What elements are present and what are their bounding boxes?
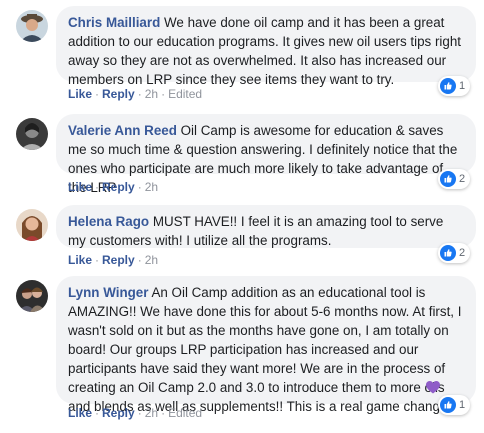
comment-actions: Like · Reply · 2h [68,180,159,194]
comment-author[interactable]: Chris Mailliard [68,15,160,30]
comment-actions: Like · Reply · 2h · Edited [68,406,203,420]
comment-author[interactable]: Lynn Winger [68,285,148,300]
purple-heart-icon [426,381,440,394]
like-link[interactable]: Like [68,180,92,194]
reaction-count: 2 [459,173,466,185]
like-icon [440,245,456,261]
comment-bubble: Valerie Ann Reed Oil Camp is awesome for… [56,114,476,195]
edited-label[interactable]: Edited [168,87,202,101]
reaction-count-badge[interactable]: 1 [438,395,471,415]
comment-time[interactable]: 2h [145,253,158,267]
reaction-count: 1 [459,399,466,411]
avatar-helena-rago[interactable] [16,209,48,241]
avatar-chris-mailliard[interactable] [16,10,48,42]
comment-author[interactable]: Valerie Ann Reed [68,123,177,138]
reaction-count-badge[interactable]: 2 [438,243,471,263]
reaction-count-badge[interactable]: 1 [438,76,471,96]
like-link[interactable]: Like [68,253,92,267]
comment-bubble: Lynn Winger An Oil Camp addition as an e… [56,276,476,414]
reaction-count: 2 [459,247,466,259]
reaction-count: 1 [459,80,466,92]
reply-link[interactable]: Reply [102,87,135,101]
comment-actions: Like · Reply · 2h · Edited [68,87,203,101]
reply-link[interactable]: Reply [102,253,135,267]
like-icon [440,78,456,94]
avatar-valerie-ann-reed[interactable] [16,118,48,150]
like-icon [440,171,456,187]
comment-time[interactable]: 2h [145,406,158,420]
comment-time[interactable]: 2h [145,87,158,101]
avatar-lynn-winger[interactable] [16,280,48,312]
comment-time[interactable]: 2h [145,180,158,194]
like-link[interactable]: Like [68,87,92,101]
edited-label[interactable]: Edited [168,406,202,420]
comment-text: An Oil Camp addition as an educational t… [68,285,462,414]
comment-author[interactable]: Helena Rago [68,214,149,229]
reply-link[interactable]: Reply [102,406,135,420]
comment-bubble: Chris Mailliard We have done oil camp an… [56,6,476,87]
comment-bubble: Helena Rago MUST HAVE!! I feel it is an … [56,205,476,248]
like-icon [440,397,456,413]
comment-actions: Like · Reply · 2h [68,253,159,267]
like-link[interactable]: Like [68,406,92,420]
reply-link[interactable]: Reply [102,180,135,194]
reaction-count-badge[interactable]: 2 [438,169,471,189]
